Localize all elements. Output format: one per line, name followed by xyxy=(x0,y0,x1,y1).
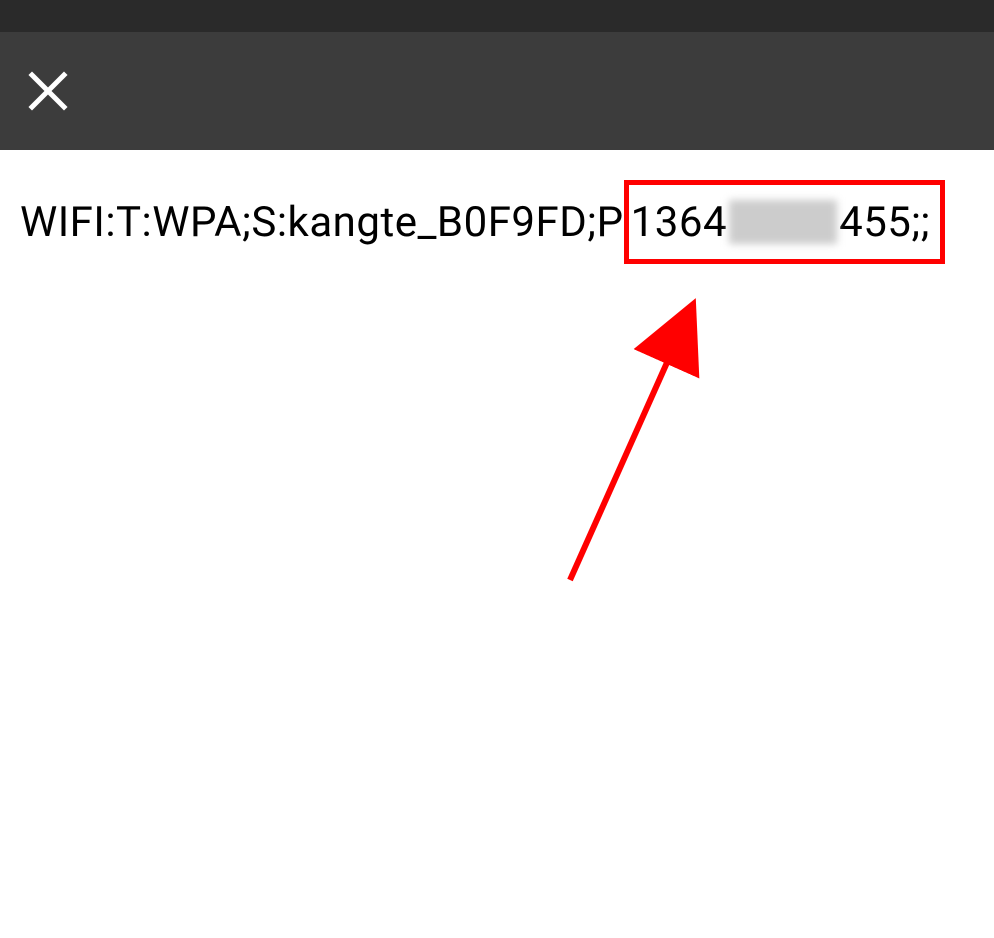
highlight-annotation: 1364 455;; xyxy=(624,180,946,264)
header-bar xyxy=(0,32,994,150)
wifi-password-end: 455;; xyxy=(839,198,930,247)
wifi-password-start: 1364 xyxy=(631,198,727,247)
arrow-annotation xyxy=(560,290,730,604)
wifi-prefix-text: WIFI:T:WPA;S:kangte_B0F9FD;P xyxy=(20,198,624,247)
content-area: WIFI:T:WPA;S:kangte_B0F9FD;P 1364 455;; xyxy=(0,150,994,294)
wifi-text-line: WIFI:T:WPA;S:kangte_B0F9FD;P 1364 455;; xyxy=(20,180,945,264)
status-bar xyxy=(0,0,994,32)
redacted-blur xyxy=(729,200,837,244)
close-button[interactable] xyxy=(20,63,76,119)
close-icon xyxy=(24,67,72,115)
